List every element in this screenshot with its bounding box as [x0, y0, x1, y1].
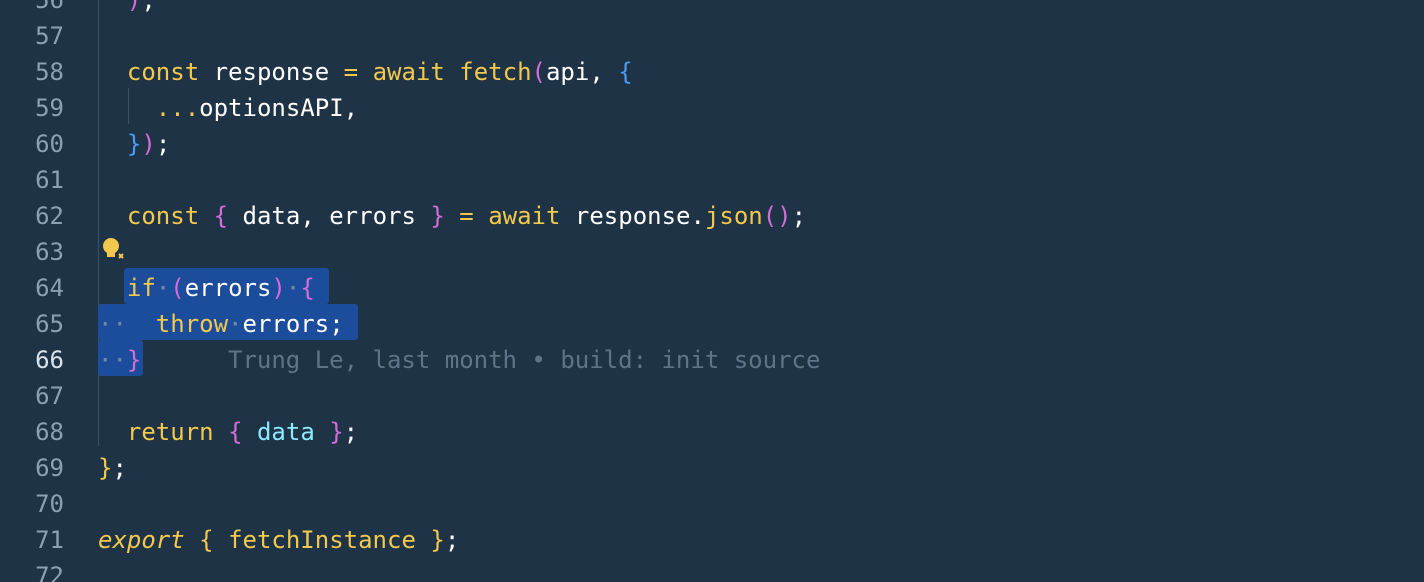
code-line[interactable]: 63	[0, 234, 1424, 270]
line-number: 62	[35, 202, 64, 230]
code-line[interactable]: 57	[0, 18, 1424, 54]
line-code: export { fetchInstance };	[98, 526, 460, 554]
code-line[interactable]: 68 return { data };	[0, 414, 1424, 450]
line-code: const { data, errors } = await response.…	[126, 202, 807, 230]
line-code: if·(errors)·{	[126, 274, 315, 302]
line-number: 67	[35, 382, 64, 410]
line-code: ·· throw·errors;	[98, 310, 344, 338]
line-code: ··}	[98, 346, 142, 374]
line-number: 71	[35, 526, 64, 554]
line-code: };	[98, 454, 127, 482]
code-line[interactable]: 67	[0, 378, 1424, 414]
code-line[interactable]: 70	[0, 486, 1424, 522]
code-line[interactable]: 66 ··} Trung Le, last month • build: ini…	[0, 342, 1424, 378]
line-number: 65	[35, 310, 64, 338]
code-line[interactable]: 59 ...optionsAPI,	[0, 90, 1424, 126]
line-number: 56	[35, 0, 64, 14]
code-line[interactable]: 61	[0, 162, 1424, 198]
line-number: 63	[35, 238, 64, 266]
line-code: ...optionsAPI,	[155, 94, 359, 122]
line-code: );	[126, 0, 156, 14]
code-line[interactable]: 72	[0, 558, 1424, 582]
code-line[interactable]: 58 const response = await fetch(api, {	[0, 54, 1424, 90]
line-number: 57	[35, 22, 64, 50]
code-lines: 56 ); 57 58 const response = await fetch…	[0, 0, 1424, 582]
line-number: 64	[35, 274, 64, 302]
line-code: return { data };	[126, 418, 359, 446]
line-number: 58	[35, 58, 64, 86]
line-number: 66	[35, 346, 64, 374]
code-line[interactable]: 71 export { fetchInstance };	[0, 522, 1424, 558]
line-number: 59	[35, 94, 64, 122]
git-blame-annotation[interactable]: Trung Le, last month • build: init sourc…	[228, 342, 820, 378]
line-number: 60	[35, 130, 64, 158]
line-code: });	[126, 130, 171, 158]
line-number: 72	[35, 562, 64, 582]
code-line[interactable]: 69 };	[0, 450, 1424, 486]
line-number: 68	[35, 418, 64, 446]
code-line[interactable]: 60 });	[0, 126, 1424, 162]
code-line[interactable]: 64 if·(errors)·{	[0, 270, 1424, 306]
code-editor[interactable]: 56 ); 57 58 const response = await fetch…	[0, 0, 1424, 582]
code-line[interactable]: 62 const { data, errors } = await respon…	[0, 198, 1424, 234]
code-line[interactable]: 65 ·· throw·errors;	[0, 306, 1424, 342]
line-number: 69	[35, 454, 64, 482]
line-number: 70	[35, 490, 64, 518]
line-code: const response = await fetch(api, {	[126, 58, 633, 86]
line-number: 61	[35, 166, 64, 194]
code-line[interactable]: 56 );	[0, 0, 1424, 18]
